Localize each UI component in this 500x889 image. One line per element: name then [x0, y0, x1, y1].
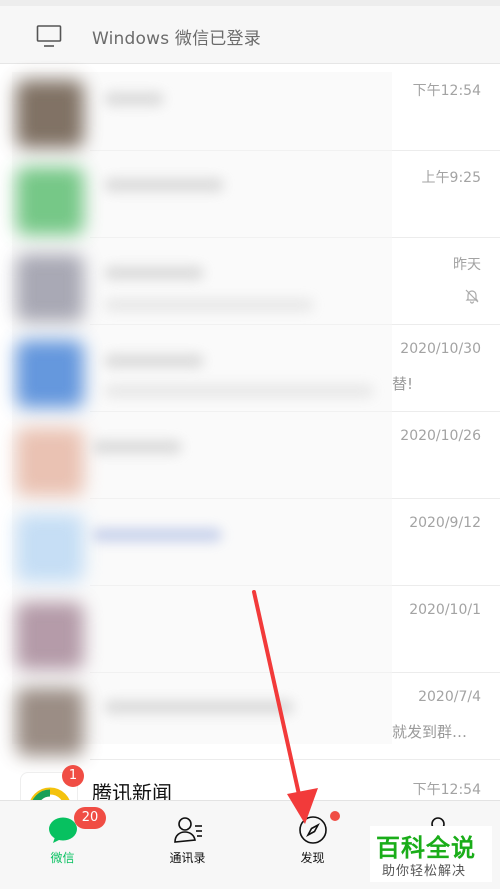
- blurred-avatar: [16, 254, 84, 322]
- chat-snippet: 就发到群…: [392, 723, 468, 741]
- windows-login-text: Windows 微信已登录: [92, 29, 261, 49]
- unread-badge: 20: [74, 807, 106, 829]
- watermark-title: 百科全说: [376, 834, 476, 862]
- chat-bubble-icon: [48, 817, 77, 843]
- divider: [90, 759, 500, 760]
- tab-discover[interactable]: 发现: [250, 801, 375, 889]
- blurred-avatar: [16, 514, 84, 582]
- windows-login-bar[interactable]: Windows 微信已登录: [0, 6, 500, 64]
- blurred-snippet: [104, 298, 314, 312]
- chat-snippet: 替!: [392, 375, 414, 393]
- wechat-screen: Windows 微信已登录 下午12:54 上午9:25 昨天 2020/10/…: [0, 0, 500, 889]
- new-dot-badge: [330, 811, 340, 821]
- tab-contacts[interactable]: 通讯录: [125, 801, 250, 889]
- tab-label: 发现: [300, 851, 325, 865]
- watermark-subtitle: 助你轻松解决: [382, 864, 467, 879]
- baike-watermark: 百科全说 助你轻松解决: [370, 826, 492, 882]
- blurred-avatar: [16, 688, 84, 756]
- blurred-name: [92, 440, 182, 454]
- blurred-name: [92, 528, 222, 542]
- privacy-blur-overlay: [12, 72, 392, 756]
- blurred-name: [104, 266, 204, 280]
- contacts-icon: [173, 817, 202, 843]
- chat-time: 下午12:54: [412, 83, 481, 99]
- blurred-avatar: [16, 602, 84, 670]
- chat-time: 2020/10/30: [400, 341, 481, 357]
- blurred-name: [104, 700, 294, 714]
- tab-label: 通讯录: [169, 851, 206, 865]
- compass-icon: [298, 816, 327, 844]
- chat-time: 2020/10/1: [409, 602, 481, 618]
- unread-badge: 1: [62, 765, 84, 787]
- blurred-name: [104, 92, 164, 106]
- blurred-avatar: [16, 340, 84, 408]
- tab-wechat[interactable]: 20 微信: [0, 801, 125, 889]
- chat-time: 昨天: [453, 257, 481, 273]
- blurred-avatar: [16, 80, 84, 148]
- chat-time: 2020/7/4: [418, 689, 481, 705]
- chat-time: 2020/9/12: [409, 515, 481, 531]
- monitor-icon: [36, 25, 62, 47]
- chat-time: 下午12:54: [412, 782, 481, 798]
- blurred-name: [104, 178, 224, 192]
- chat-time: 2020/10/26: [400, 428, 481, 444]
- blurred-avatar: [16, 428, 84, 496]
- chat-time: 上午9:25: [421, 170, 481, 186]
- chat-list: 下午12:54 上午9:25 昨天 2020/10/30 替! 2020/10/…: [0, 64, 500, 800]
- blurred-name: [104, 354, 204, 368]
- mute-bell-icon: [465, 289, 479, 304]
- blurred-avatar: [16, 167, 84, 235]
- tab-label: 微信: [50, 851, 75, 865]
- blurred-snippet: [104, 384, 374, 398]
